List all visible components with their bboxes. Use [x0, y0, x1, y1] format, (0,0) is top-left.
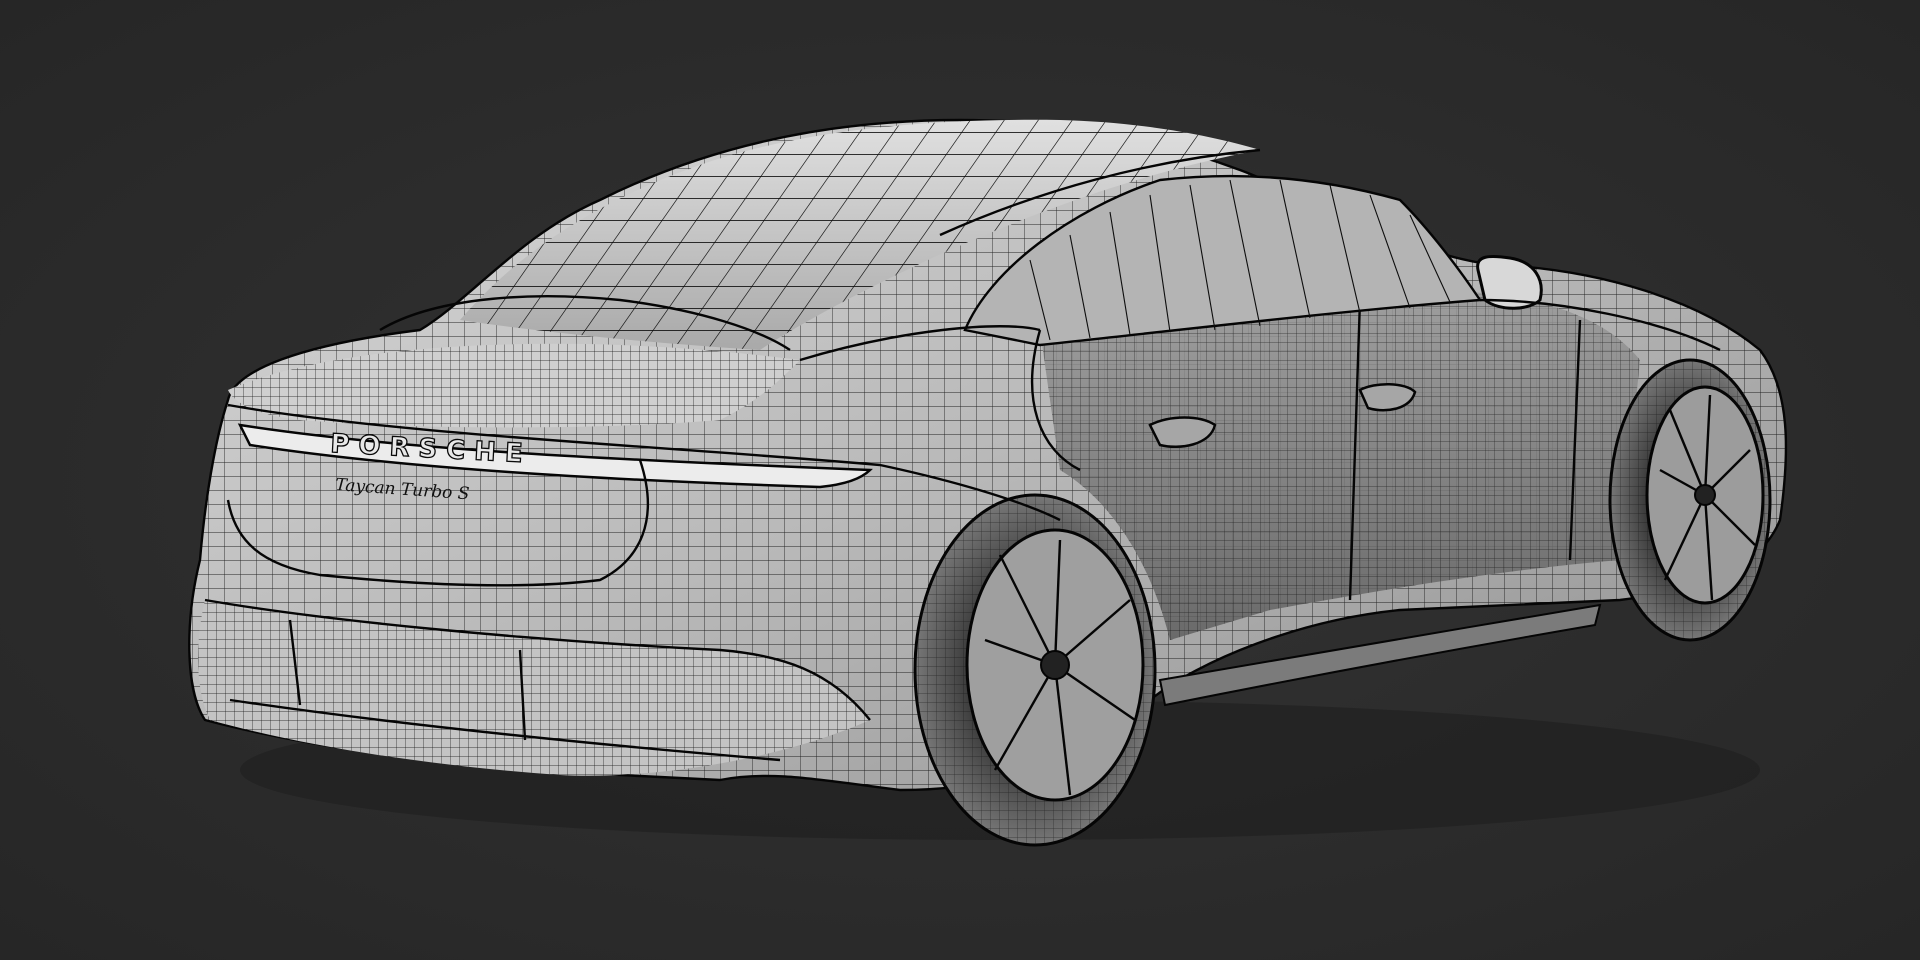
- rear-wheel: [913, 493, 1157, 847]
- car-wireframe-render: PORSCHE Taycan Turbo S: [188, 118, 1788, 847]
- render-viewport: PORSCHE Taycan Turbo S: [0, 0, 1920, 960]
- front-wheel: [1608, 358, 1772, 642]
